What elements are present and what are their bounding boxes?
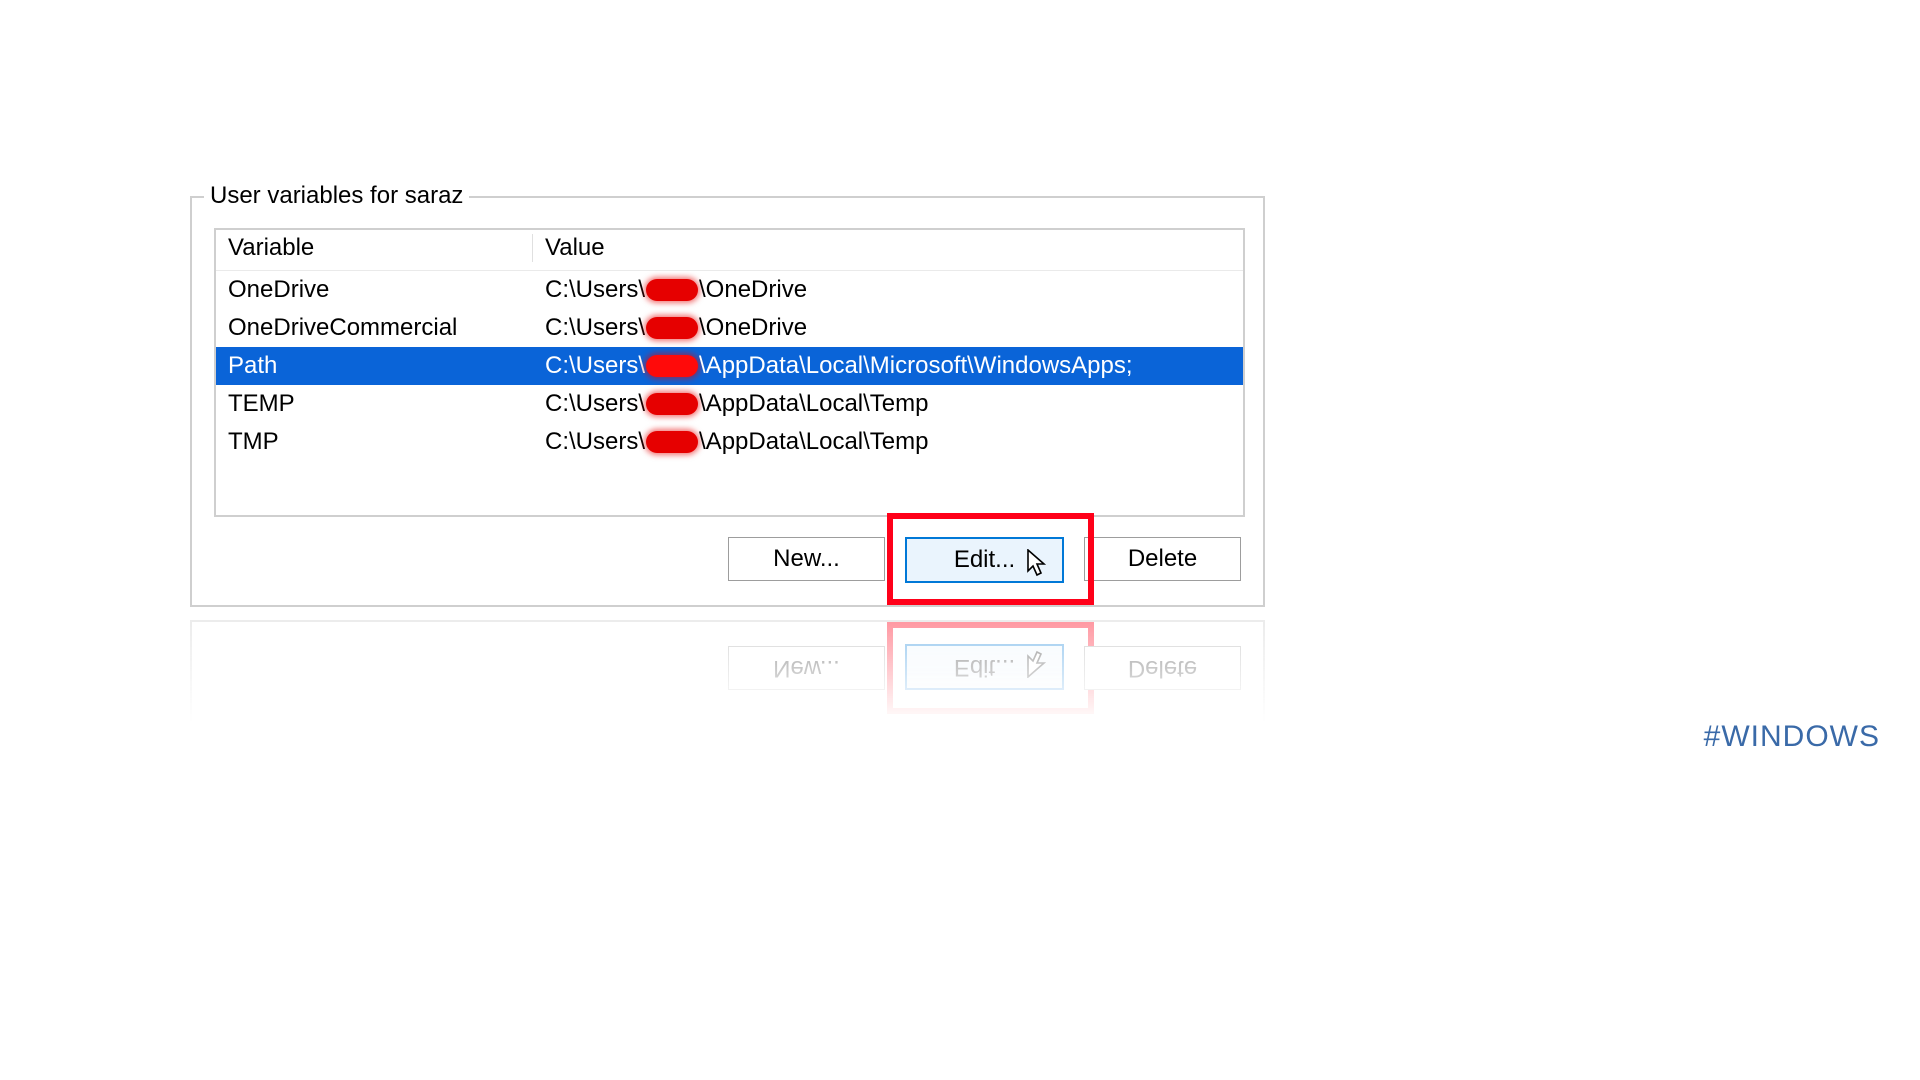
table-row[interactable]: OneDrive C:\Users\\OneDrive (216, 271, 1243, 309)
groupbox-title: User variables for saraz (204, 182, 469, 210)
variable-name-cell: TEMP (228, 387, 532, 421)
new-button[interactable]: New... (728, 537, 885, 581)
edit-button[interactable]: Edit... (905, 537, 1064, 583)
variable-value-cell: C:\Users\\AppData\Local\Temp (545, 387, 1231, 421)
variable-name-cell: OneDriveCommercial (228, 311, 532, 345)
user-vars-button-row: New... Edit... Delete (214, 537, 1241, 583)
column-header-value[interactable]: Value (545, 234, 1231, 262)
variable-value-cell: C:\Users\\AppData\Local\Microsoft\Window… (545, 349, 1231, 383)
column-header-variable[interactable]: Variable (228, 234, 532, 262)
variable-value-cell: C:\Users\\OneDrive (545, 273, 1231, 307)
table-header: Variable Value (216, 230, 1243, 271)
variable-value-cell: C:\Users\\AppData\Local\Temp (545, 425, 1231, 459)
redacted-username (646, 393, 698, 415)
table-row[interactable]: Path C:\Users\\AppData\Local\Microsoft\Wi… (216, 347, 1243, 385)
variable-name-cell: Path (228, 349, 532, 383)
table-row[interactable]: TEMP C:\Users\\AppData\Local\Temp (216, 385, 1243, 423)
redacted-username (646, 355, 698, 377)
redacted-username (646, 279, 698, 301)
redacted-username (646, 431, 698, 453)
user-variables-table[interactable]: Variable Value OneDrive C:\Users\\OneDriv… (214, 228, 1245, 517)
redacted-username (646, 317, 698, 339)
variable-name-cell: OneDrive (228, 273, 532, 307)
reflection-decoration: New... Edit... Delete (190, 620, 1265, 740)
variable-name-cell: TMP (228, 425, 532, 459)
user-variables-groupbox: User variables for saraz NeuronVM Variab… (190, 196, 1265, 607)
delete-button[interactable]: Delete (1084, 537, 1241, 581)
table-row[interactable]: OneDriveCommercial C:\Users\\OneDrive (216, 309, 1243, 347)
env-vars-user-section: User variables for saraz NeuronVM Variab… (190, 196, 1265, 607)
table-row[interactable]: TMP C:\Users\\AppData\Local\Temp (216, 423, 1243, 461)
hashtag-label: #WINDOWS (1704, 720, 1880, 754)
variable-value-cell: C:\Users\\OneDrive (545, 311, 1231, 345)
